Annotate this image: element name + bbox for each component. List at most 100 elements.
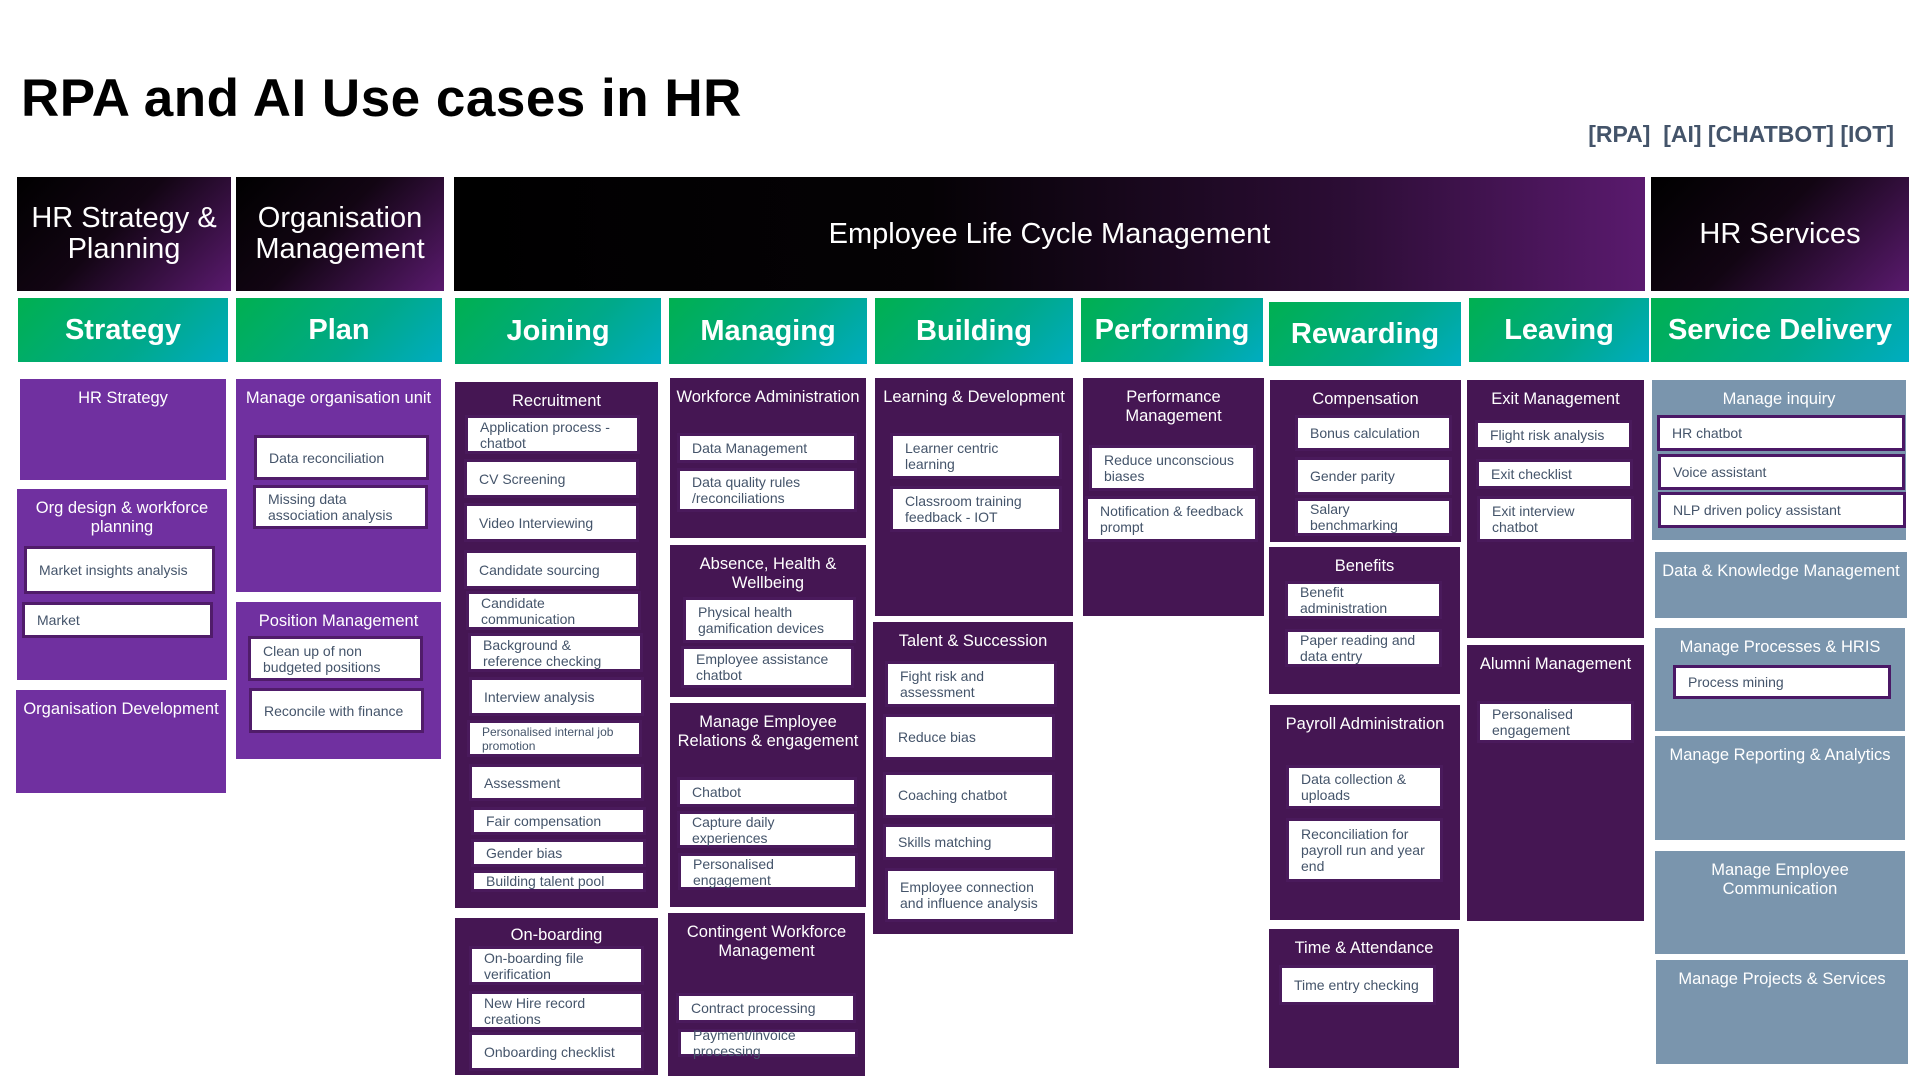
group-recruitment: Recruitment Application process - chatbo… [455,382,658,908]
technology-tags: [RPA] [AI] [CHATBOT] [IOT] [1588,121,1894,147]
group-title: Performance Management [1125,388,1222,425]
use-case-item[interactable]: Process mining [1673,665,1891,699]
use-case-item[interactable]: Application process - chatbot [465,415,640,454]
use-case-item[interactable]: Clean up of non budgeted positions [248,636,423,681]
use-case-item[interactable]: Data collection & uploads [1286,765,1443,809]
phase-joining: Joining [455,298,661,364]
use-case-item[interactable]: Reduce unconscious biases [1089,445,1256,491]
use-case-item[interactable]: Reconcile with finance [249,688,424,733]
group-manage-projects-services: Manage Projects & Services [1656,960,1908,1064]
group-title: Exit Management [1491,390,1620,408]
use-case-item[interactable]: Bonus calculation [1295,415,1452,451]
use-case-item[interactable]: Fair compensation [471,807,646,835]
group-title: Organisation Development [23,700,219,718]
group-title: HR Strategy [78,389,168,407]
group-title: Position Management [258,612,419,630]
use-case-item[interactable]: Building talent pool [471,870,646,892]
use-case-item[interactable]: Paper reading and data entry [1285,629,1442,667]
use-case-item[interactable]: Missing data association analysis [253,485,428,529]
use-case-item[interactable]: Gender bias [471,839,646,867]
phase-managing: Managing [669,298,867,364]
group-title: Payroll Administration [1285,715,1445,733]
group-compensation: Compensation Bonus calculation Gender pa… [1270,380,1461,542]
group-organisation-development: Organisation Development [16,690,226,793]
use-case-item[interactable]: Exit checklist [1476,459,1633,489]
domain-hr-services: HR Services [1651,177,1909,291]
phase-plan: Plan [236,298,442,362]
use-case-item[interactable]: Data quality rules /reconciliations [677,468,857,512]
group-performance-management: Performance Management Reduce unconsciou… [1083,378,1264,616]
use-case-item[interactable]: Reconciliation for payroll run and year … [1286,818,1443,882]
group-alumni-management: Alumni Management Personalised engagemen… [1467,645,1644,921]
use-case-item[interactable]: New Hire record creations [469,991,644,1030]
group-title: Workforce Administration [676,388,860,406]
use-case-item[interactable]: CV Screening [464,459,639,498]
use-case-item[interactable]: Salary benchmarking [1295,498,1452,536]
use-case-item[interactable]: Voice assistant [1658,454,1905,490]
group-title: Manage Projects & Services [1678,970,1886,988]
group-title: Manage inquiry [1722,390,1836,408]
group-payroll-administration: Payroll Administration Data collection &… [1270,705,1460,920]
use-case-item[interactable]: Video Interviewing [464,503,639,542]
use-case-item[interactable]: Interview analysis [469,677,644,716]
use-case-item[interactable]: Market [22,602,213,638]
use-case-item[interactable]: Data reconciliation [254,435,429,480]
group-talent-succession: Talent & Succession Fight risk and asses… [873,622,1073,934]
group-position-management: Position Management Clean up of non budg… [236,602,441,759]
use-case-item[interactable]: Payment/invoice processing [678,1027,858,1059]
use-case-item[interactable]: Coaching chatbot [883,772,1055,818]
group-title: Org design & workforce planning [35,499,209,536]
use-case-item[interactable]: Time entry checking [1279,965,1436,1005]
use-case-item[interactable]: Skills matching [883,824,1055,860]
group-title: Manage Processes & HRIS [1679,638,1881,656]
use-case-item[interactable]: Employee assistance chatbot [681,646,854,688]
use-case-item[interactable]: Physical health gamification devices [683,597,856,643]
use-case-item[interactable]: Flight risk analysis [1475,420,1632,450]
phase-building: Building [875,298,1073,364]
use-case-item[interactable]: Gender parity [1295,457,1452,495]
group-title: Manage Reporting & Analytics [1669,746,1891,764]
group-workforce-administration: Workforce Administration Data Management… [670,378,866,538]
use-case-item[interactable]: Candidate sourcing [464,550,639,589]
use-case-item[interactable]: HR chatbot [1657,415,1905,451]
use-case-item[interactable]: Fight risk and assessment [885,661,1057,707]
use-case-item[interactable]: Employee connection and influence analys… [885,868,1057,922]
group-title: Alumni Management [1479,655,1632,673]
group-data-knowledge-management: Data & Knowledge Management [1655,552,1907,618]
use-case-item[interactable]: Exit interview chatbot [1477,496,1634,542]
use-case-item[interactable]: Chatbot [677,777,857,807]
group-manage-processes-hris: Manage Processes & HRIS Process mining [1655,628,1905,731]
use-case-item[interactable]: Reduce bias [883,714,1055,760]
group-time-attendance: Time & Attendance Time entry checking [1269,929,1459,1068]
use-case-item[interactable]: Notification & feedback prompt [1085,496,1258,542]
use-case-item[interactable]: Assessment [469,764,644,801]
phase-performing: Performing [1081,298,1263,362]
use-case-item[interactable]: Market insights analysis [24,546,215,594]
group-title: Absence, Health & Wellbeing [699,555,837,592]
use-case-item[interactable]: Personalised engagement [1477,701,1634,743]
use-case-item[interactable]: Candidate communication [466,591,641,630]
use-case-item[interactable]: Learner centric learning [890,433,1062,479]
use-case-item[interactable]: Contract processing [676,993,856,1023]
group-manage-org-unit: Manage organisation unit Data reconcilia… [236,379,441,592]
domain-organisation-management: Organisation Management [236,177,444,291]
use-case-item[interactable]: Data Management [677,433,857,463]
use-case-item[interactable]: On-boarding file verification [469,946,644,985]
use-case-item[interactable]: Onboarding checklist [469,1032,644,1071]
group-exit-management: Exit Management Flight risk analysis Exi… [1467,380,1644,638]
use-case-item[interactable]: NLP driven policy assistant [1658,492,1906,528]
group-employee-relations: Manage Employee Relations & engagement C… [670,703,866,907]
group-manage-reporting-analytics: Manage Reporting & Analytics [1655,736,1905,840]
use-case-item[interactable]: Personalised engagement [678,853,858,890]
use-case-item[interactable]: Benefit administration [1285,581,1442,619]
page-title: RPA and AI Use cases in HR [21,69,742,128]
use-case-item[interactable]: Personalised internal job promotion [467,720,642,757]
use-case-item[interactable]: Background & reference checking [468,633,643,672]
use-case-item[interactable]: Capture daily experiences [677,811,857,848]
phase-service-delivery: Service Delivery [1651,298,1909,362]
group-hr-strategy: HR Strategy [20,379,226,480]
domain-employee-life-cycle: Employee Life Cycle Management [454,177,1645,291]
use-case-item[interactable]: Classroom training feedback - IOT [890,486,1062,532]
group-contingent-workforce: Contingent Workforce Management Contract… [668,913,865,1076]
group-title: Time & Attendance [1294,939,1434,957]
